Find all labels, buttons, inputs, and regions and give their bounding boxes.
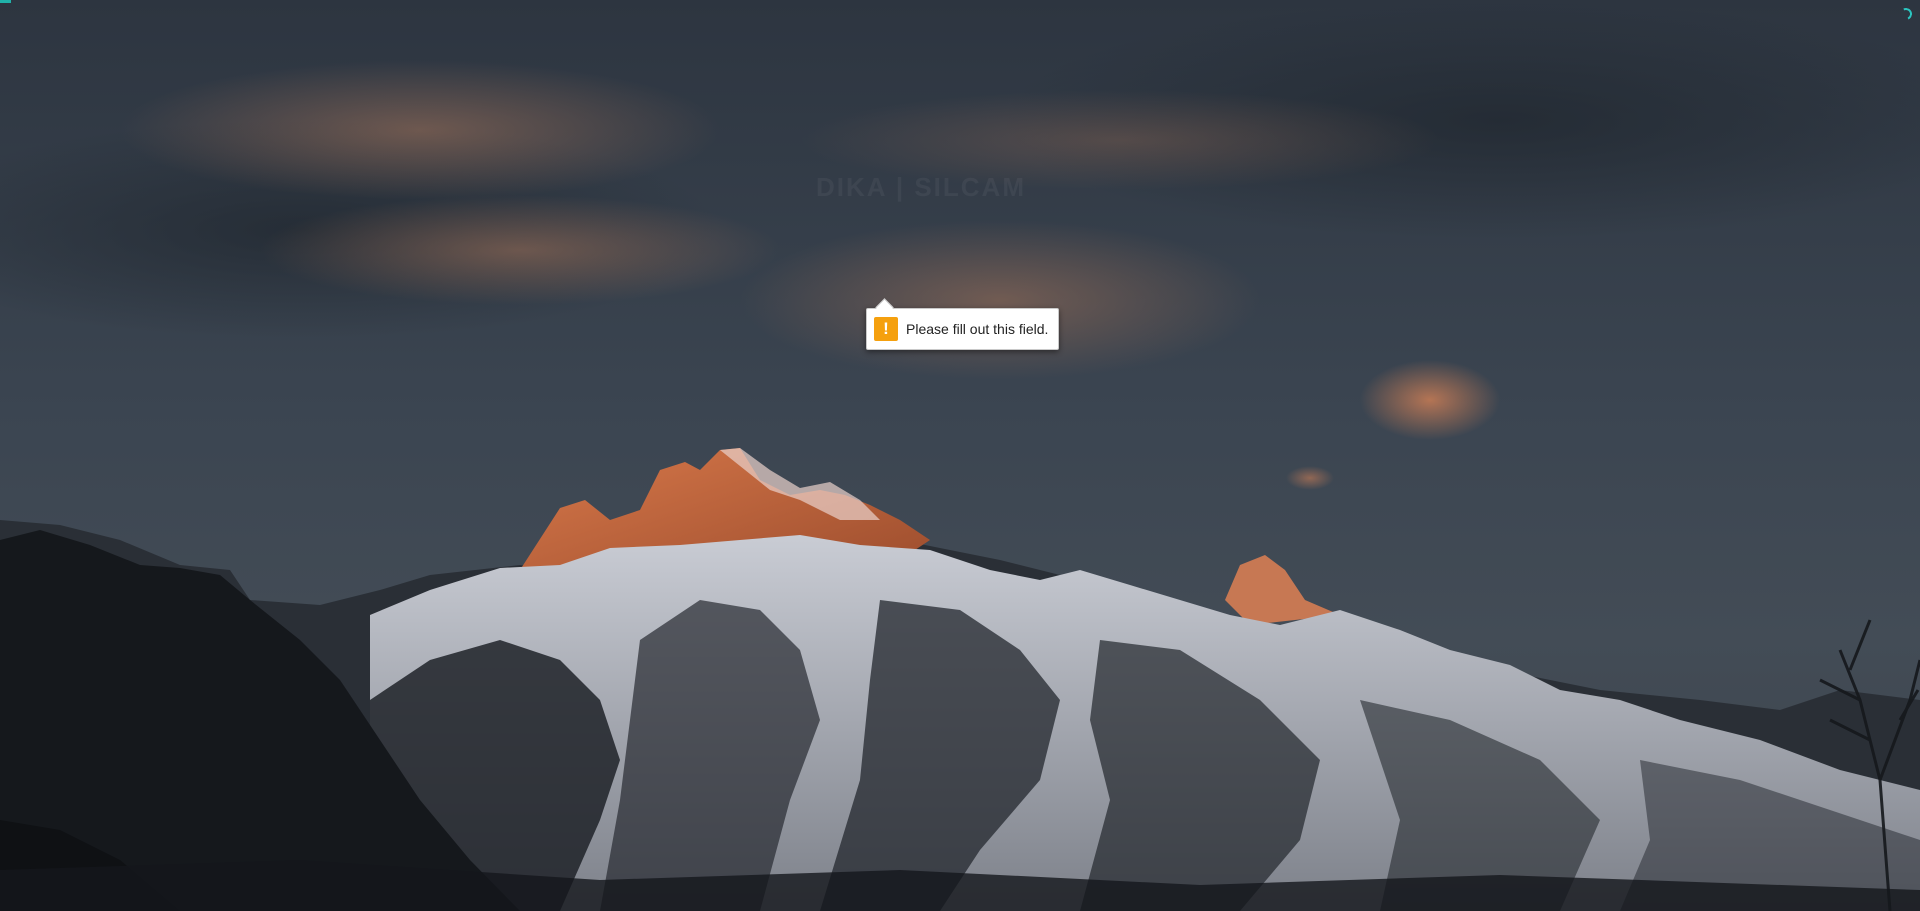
warning-icon: ! <box>874 317 898 341</box>
validation-tooltip: ! Please fill out this field. <box>866 308 1060 350</box>
page-background: DIKA | SILCAM ! Please fill out this fie… <box>0 0 1920 911</box>
page-load-progress-bar <box>0 0 11 3</box>
watermark-text: DIKA | SILCAM <box>816 172 1026 202</box>
mountain-sunset-background-image <box>0 0 1920 911</box>
validation-message: Please fill out this field. <box>906 321 1049 337</box>
